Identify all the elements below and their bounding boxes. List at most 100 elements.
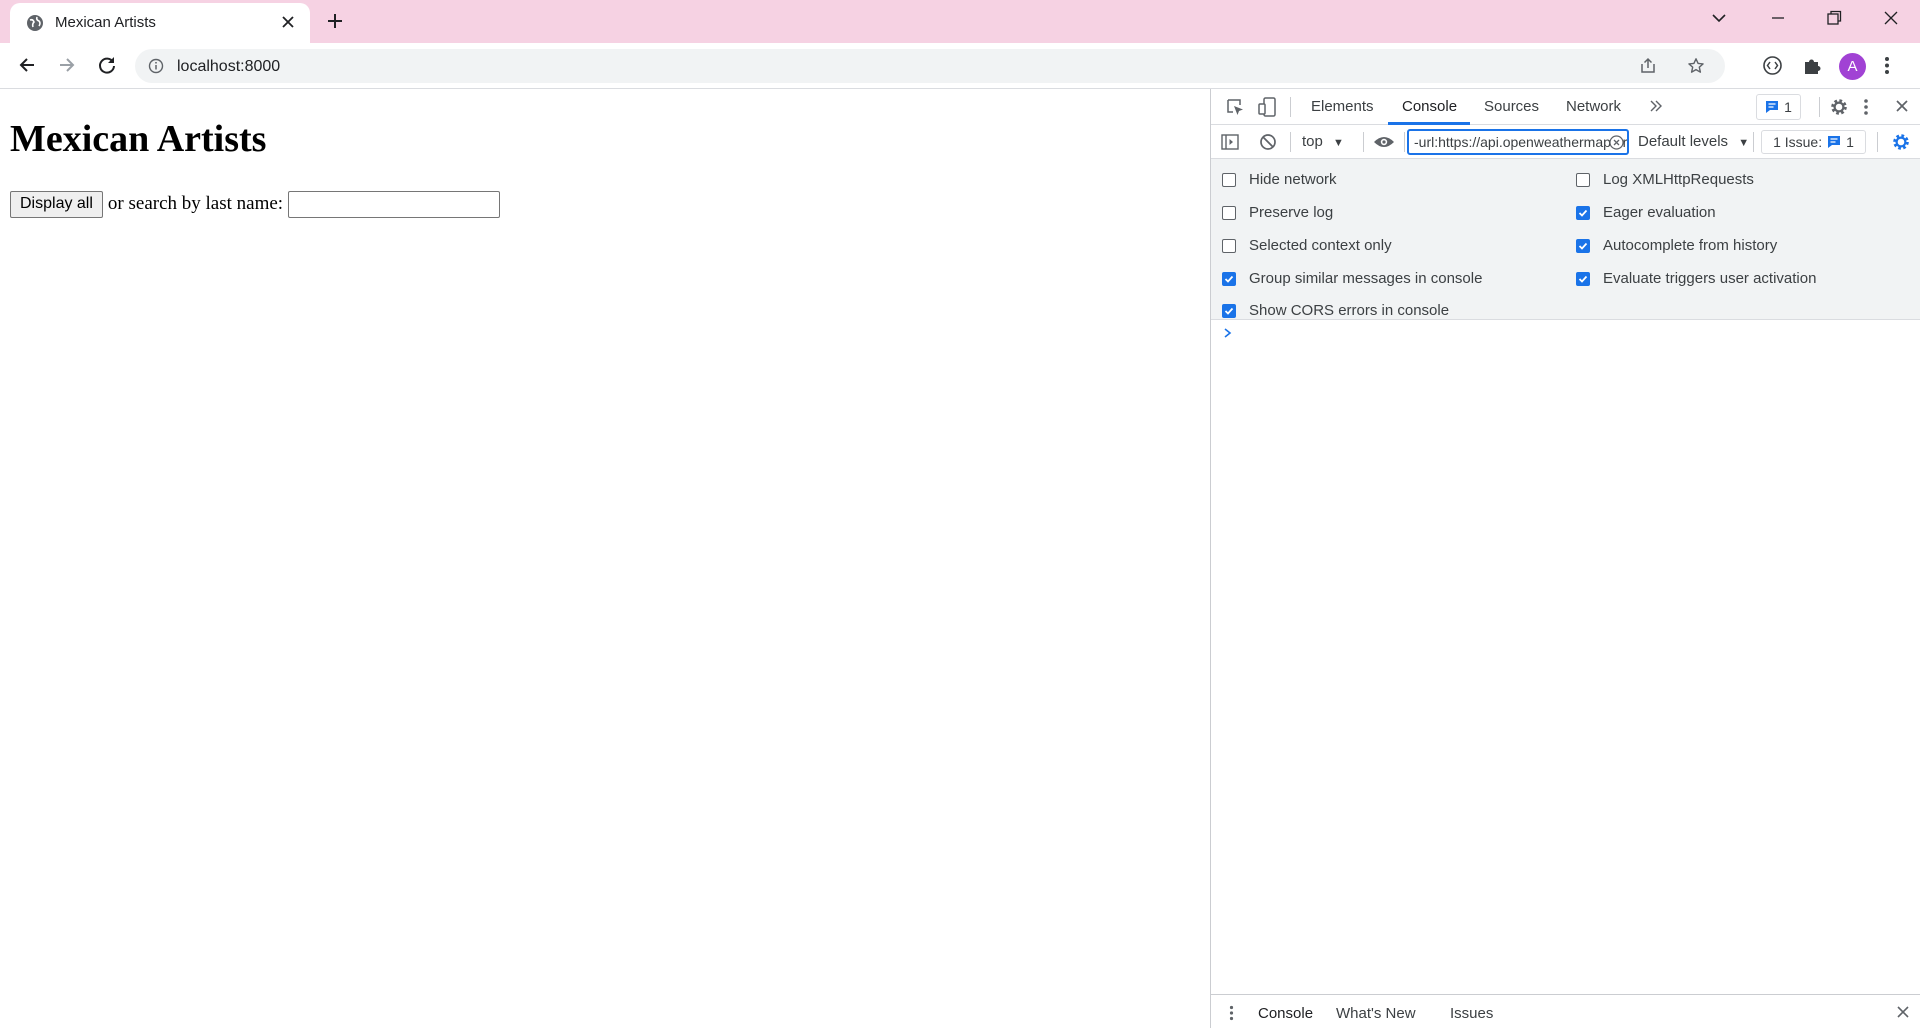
settings-gear-icon[interactable]: [1829, 97, 1849, 117]
drawer-tab-whats-new[interactable]: What's New: [1336, 1005, 1416, 1022]
toolbar-divider: [1363, 132, 1364, 152]
checkmark-icon: [1224, 275, 1234, 283]
autocomplete-history-checkbox[interactable]: [1576, 238, 1590, 253]
option-label: Eager evaluation: [1603, 204, 1716, 221]
share-icon[interactable]: [1639, 57, 1657, 75]
tab-search-chevron-icon[interactable]: [1710, 8, 1728, 28]
close-tab-icon[interactable]: [280, 14, 296, 30]
context-selector[interactable]: top ▼: [1302, 133, 1344, 150]
devtools-drawer-bar: Console What's New Issues: [1211, 994, 1920, 1028]
toolbar-divider: [1877, 132, 1878, 152]
profile-avatar[interactable]: A: [1839, 53, 1866, 80]
tab-network[interactable]: Network: [1566, 98, 1621, 115]
log-xhr-checkbox[interactable]: [1576, 172, 1590, 187]
drawer-tab-issues[interactable]: Issues: [1450, 1005, 1493, 1022]
restore-icon[interactable]: [1824, 8, 1844, 28]
console-settings-pane: Hide network Log XMLHttpRequests Preserv…: [1211, 159, 1920, 320]
search-row: Display all or search by last name:: [10, 190, 501, 218]
inspect-element-icon[interactable]: [1225, 97, 1245, 117]
tab-sources[interactable]: Sources: [1484, 98, 1539, 115]
devtools-tab-bar: Elements Console Sources Network 1: [1211, 89, 1920, 125]
close-devtools-icon[interactable]: [1894, 98, 1910, 114]
option-label: Hide network: [1249, 171, 1337, 188]
live-expression-eye-icon[interactable]: [1373, 134, 1395, 150]
devtools-menu-kebab-icon[interactable]: [1863, 97, 1869, 117]
new-tab-icon[interactable]: [325, 11, 345, 31]
forward-arrow-icon[interactable]: [56, 54, 78, 76]
messages-badge[interactable]: 1: [1756, 94, 1801, 120]
preserve-log-option[interactable]: Preserve log: [1222, 204, 1333, 221]
checkmark-icon: [1578, 209, 1588, 217]
evaluate-triggers-checkbox[interactable]: [1576, 271, 1590, 286]
clear-console-icon[interactable]: [1259, 133, 1277, 151]
console-filter-input[interactable]: -url:https://api.openweathermap.org: [1407, 129, 1629, 155]
message-count: 1: [1784, 99, 1792, 115]
toolbar-divider: [1753, 132, 1754, 152]
drawer-tab-console[interactable]: Console: [1258, 1005, 1313, 1022]
eager-evaluation-checkbox[interactable]: [1576, 205, 1590, 220]
url-text: localhost:8000: [177, 58, 281, 75]
back-arrow-icon[interactable]: [16, 54, 38, 76]
message-icon: [1827, 135, 1841, 149]
tab-elements[interactable]: Elements: [1311, 98, 1374, 115]
option-label: Selected context only: [1249, 237, 1392, 254]
dropdown-triangle-icon: ▼: [1738, 137, 1750, 149]
reload-icon[interactable]: [96, 54, 118, 76]
toolbar-divider: [1290, 97, 1291, 117]
dropdown-triangle-icon: ▼: [1333, 137, 1344, 149]
log-xhr-option[interactable]: Log XMLHttpRequests: [1576, 171, 1754, 188]
checkmark-icon: [1578, 242, 1588, 250]
issues-label: 1 Issue:: [1773, 134, 1823, 150]
toolbar-divider: [1290, 132, 1291, 152]
option-label: Preserve log: [1249, 204, 1334, 221]
issues-button[interactable]: 1 Issue: 1: [1761, 130, 1866, 154]
display-all-button[interactable]: Display all: [10, 190, 103, 218]
group-similar-checkbox[interactable]: [1222, 271, 1236, 286]
issues-count: 1: [1846, 134, 1854, 150]
browser-menu-kebab-icon[interactable]: [1884, 55, 1890, 76]
log-levels-label: Default levels: [1638, 133, 1729, 150]
option-label: Evaluate triggers user activation: [1603, 270, 1817, 287]
close-drawer-icon[interactable]: [1896, 1005, 1910, 1019]
drawer-menu-kebab-icon[interactable]: [1229, 1005, 1234, 1021]
devtools-panel: Elements Console Sources Network 1 top ▼…: [1210, 89, 1920, 1028]
hide-network-option[interactable]: Hide network: [1222, 171, 1337, 188]
toolbar-divider: [1404, 132, 1405, 152]
extensions-puzzle-icon[interactable]: [1802, 55, 1823, 76]
selected-context-checkbox[interactable]: [1222, 238, 1236, 253]
log-levels-dropdown[interactable]: Default levels ▼: [1638, 133, 1749, 150]
device-toolbar-icon[interactable]: [1257, 96, 1277, 118]
browser-title-bar: Mexican Artists: [0, 0, 1920, 43]
preserve-log-checkbox[interactable]: [1222, 205, 1236, 220]
address-bar[interactable]: localhost:8000: [135, 49, 1725, 83]
browser-tab[interactable]: Mexican Artists: [10, 3, 310, 43]
option-label: Autocomplete from history: [1603, 237, 1778, 254]
minimize-icon[interactable]: [1768, 8, 1788, 28]
autocomplete-history-option[interactable]: Autocomplete from history: [1576, 237, 1777, 254]
last-name-search-input[interactable]: [288, 190, 501, 218]
console-filter-bar: top ▼ -url:https://api.openweathermap.or…: [1211, 125, 1920, 159]
tab-title: Mexican Artists: [55, 14, 156, 31]
selected-context-option[interactable]: Selected context only: [1222, 237, 1392, 254]
console-prompt-chevron-icon[interactable]: [1223, 327, 1233, 339]
site-info-icon[interactable]: [148, 58, 164, 74]
sidebar-toggle-icon[interactable]: [1221, 134, 1239, 150]
eager-evaluation-option[interactable]: Eager evaluation: [1576, 204, 1716, 221]
console-settings-gear-icon[interactable]: [1891, 132, 1911, 152]
group-similar-option[interactable]: Group similar messages in console: [1222, 270, 1482, 287]
more-tabs-chevron-icon[interactable]: [1648, 98, 1664, 114]
hide-network-checkbox[interactable]: [1222, 172, 1236, 187]
context-value: top: [1302, 133, 1323, 150]
clear-filter-icon[interactable]: [1609, 135, 1624, 150]
devtools-extension-icon[interactable]: [1762, 55, 1783, 76]
option-label: Show CORS errors in console: [1249, 302, 1450, 319]
close-window-icon[interactable]: [1881, 8, 1901, 28]
browser-toolbar: localhost:8000 A: [0, 43, 1920, 89]
globe-icon: [26, 14, 44, 32]
bookmark-star-icon[interactable]: [1687, 57, 1705, 75]
cors-errors-option[interactable]: Show CORS errors in console: [1222, 302, 1449, 319]
tab-console[interactable]: Console: [1402, 98, 1457, 115]
evaluate-triggers-option[interactable]: Evaluate triggers user activation: [1576, 270, 1816, 287]
checkmark-icon: [1578, 275, 1588, 283]
cors-errors-checkbox[interactable]: [1222, 303, 1236, 318]
